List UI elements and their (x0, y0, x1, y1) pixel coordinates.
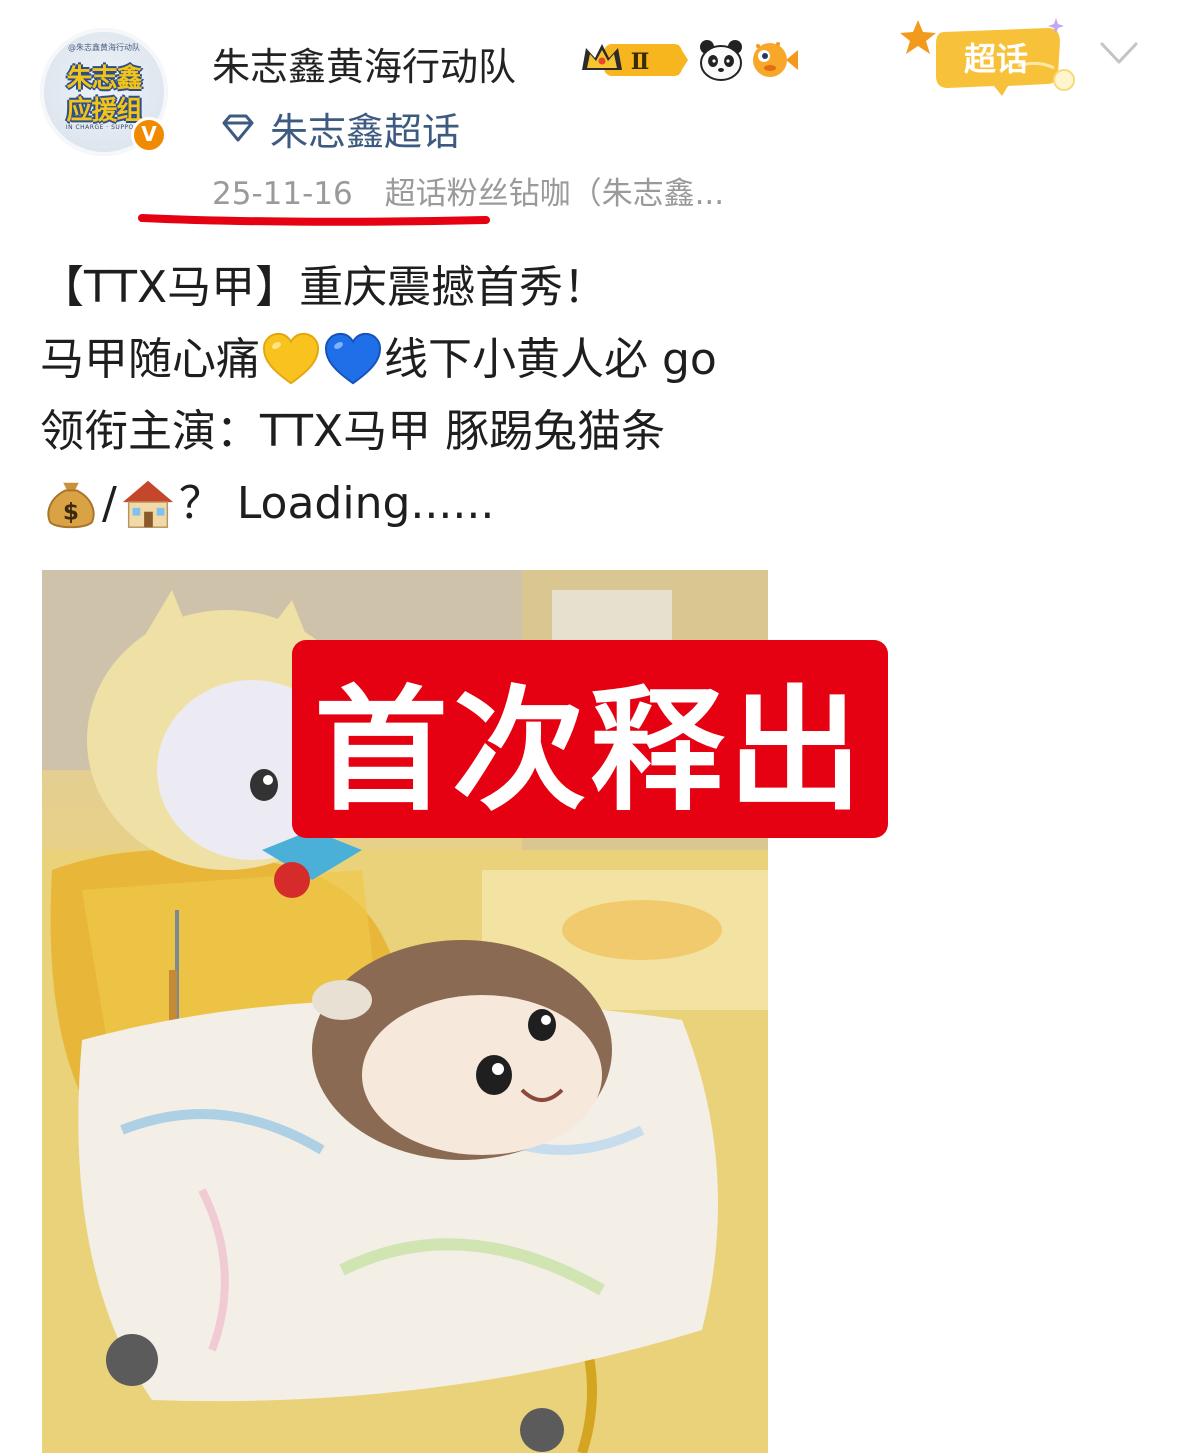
post-content: 【TTX马甲】重庆震撼首秀！ 马甲随心痛 线下小黄人必 go 领衔主演：TTX马… (40, 252, 1140, 540)
yellow-heart-icon (262, 332, 320, 385)
topic-label: 朱志鑫超话 (270, 109, 461, 154)
level-badge-text: Ⅱ (631, 49, 650, 75)
star-icon (900, 20, 936, 54)
post-date: 25-11-16 (212, 176, 353, 212)
chevron-down-icon[interactable] (1098, 38, 1140, 68)
verified-badge-icon: V (131, 117, 167, 153)
content-line-2: 马甲随心痛 线下小黄人必 go (40, 324, 1140, 396)
content-line-3: 领衔主演：TTX马甲 豚踢兔猫条 (40, 406, 666, 457)
house-icon (122, 480, 173, 528)
topic-link[interactable]: 朱志鑫超话 (218, 104, 460, 154)
post-source[interactable]: 超话粉丝钻咖（朱志鑫... (385, 176, 725, 212)
author-name[interactable]: 朱志鑫黄海行动队 (212, 36, 516, 91)
weibo-post: @朱志鑫黄海行动队 朱志鑫 应援组 IN CHARGE · SUPPORT V … (0, 0, 1179, 1453)
panda-icon (700, 40, 742, 81)
diamond-icon (222, 114, 254, 142)
content-line-2-text-a: 马甲随心痛 (40, 334, 260, 385)
blue-heart-icon (324, 332, 382, 385)
post-meta: 25-11-16 超话粉丝钻咖（朱志鑫... (212, 168, 724, 213)
svg-text:$: $ (63, 498, 79, 525)
content-line-4: $ / ？ Loading...... (40, 468, 1140, 540)
chaohua-tag-button[interactable]: 超话 (898, 12, 1088, 98)
chaohua-tag-label: 超话 (964, 40, 1028, 78)
money-bag-icon: $ (47, 482, 95, 529)
first-release-stamp: 首次释出 (292, 640, 888, 838)
content-line-4-separator: / (102, 478, 117, 529)
crown-badge-icon[interactable]: Ⅱ (578, 38, 690, 82)
pufferfish-icon (753, 42, 798, 77)
avatar-top-text: @朱志鑫黄海行动队 (68, 43, 140, 52)
content-line-2-text-b: 线下小黄人必 go (384, 334, 717, 385)
red-underline-annotation (138, 214, 490, 226)
content-line-1: 【TTX马甲】重庆震撼首秀！ (40, 262, 608, 313)
content-line-4-text: ？ Loading...... (178, 478, 495, 529)
